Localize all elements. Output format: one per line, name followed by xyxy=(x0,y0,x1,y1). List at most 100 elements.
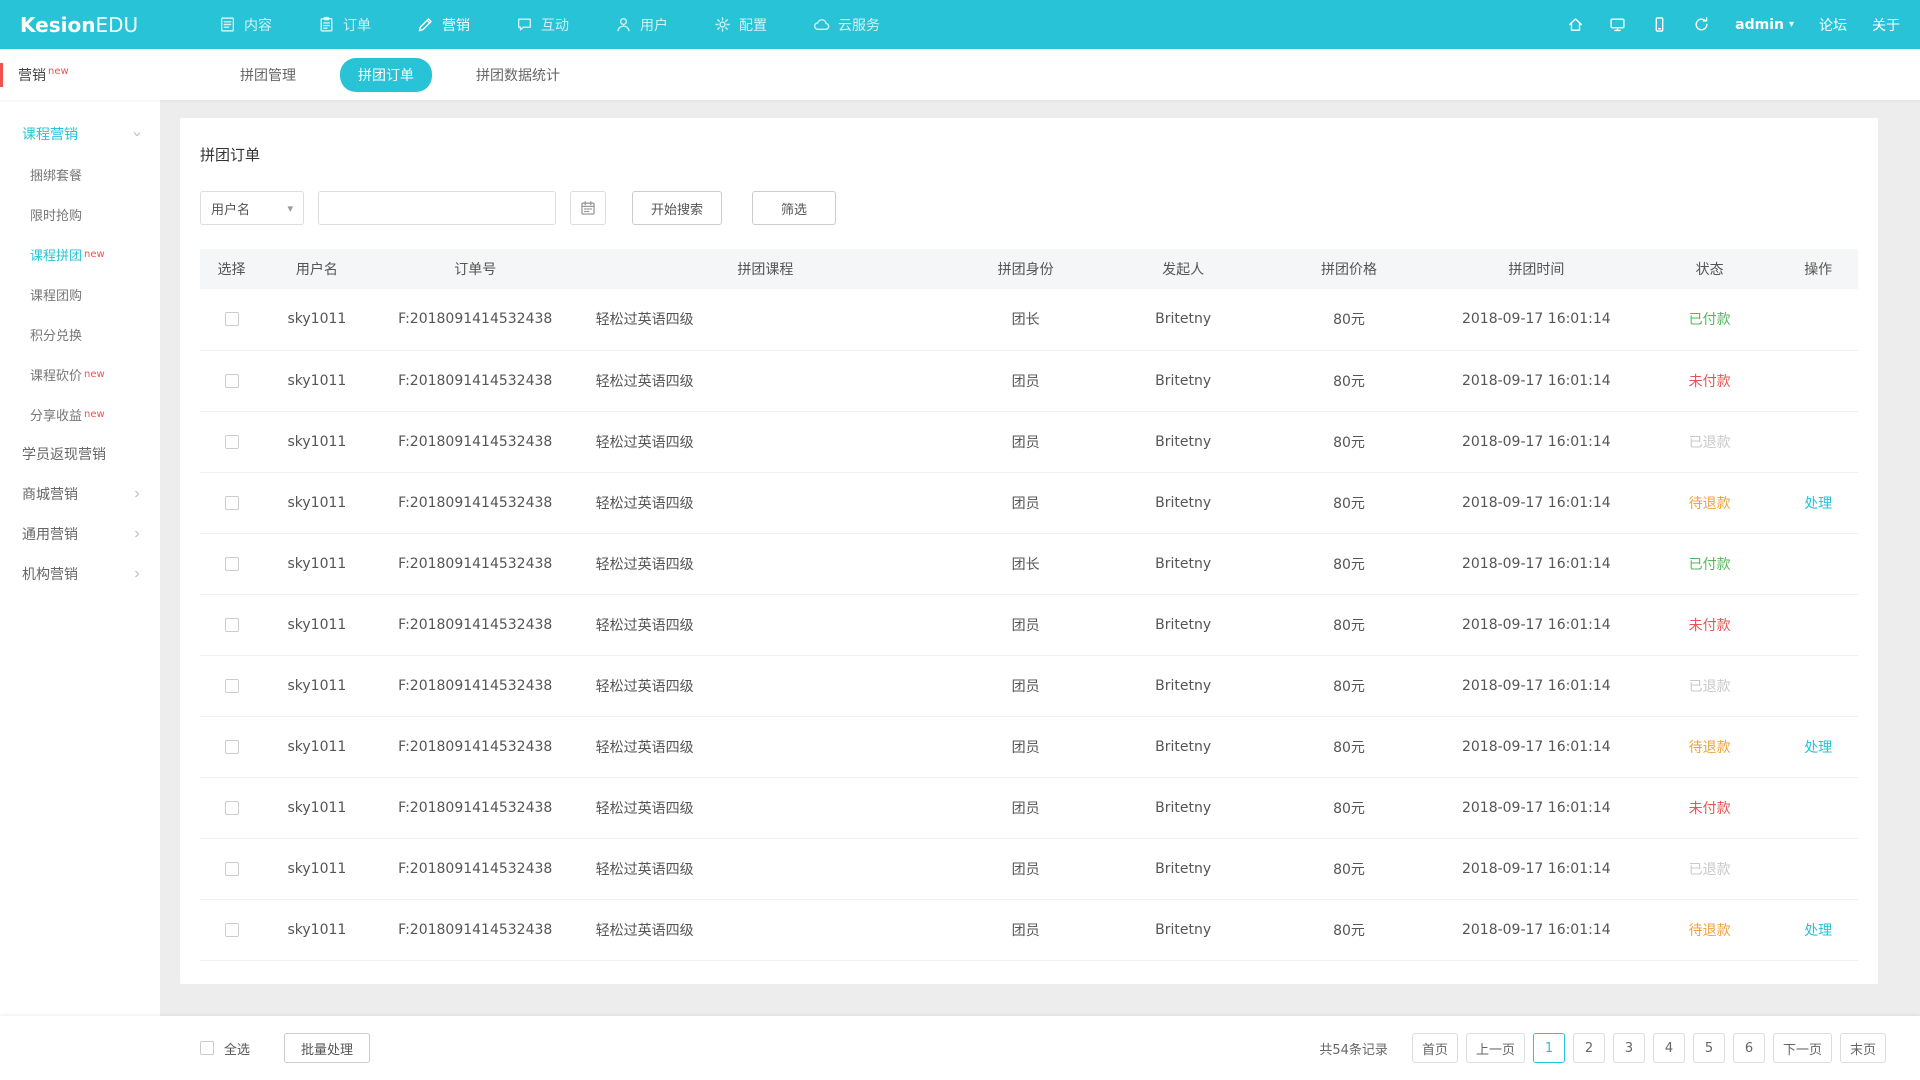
search-button[interactable]: 开始搜索 xyxy=(632,191,722,225)
field-select-value: 用户名 xyxy=(211,199,250,218)
sidebar-group-header[interactable]: 通用营销 xyxy=(0,514,160,554)
cell-course: 轻松过英语四级 xyxy=(580,777,951,838)
sidebar-group-header[interactable]: 机构营销 xyxy=(0,554,160,594)
page-button[interactable]: 4 xyxy=(1653,1033,1685,1063)
row-checkbox[interactable] xyxy=(225,679,239,693)
cell-course: 轻松过英语四级 xyxy=(580,472,951,533)
select-all-checkbox[interactable] xyxy=(200,1041,214,1055)
sidebar-item[interactable]: 分享收益new xyxy=(0,394,160,434)
column-header: 拼团身份 xyxy=(951,249,1100,289)
page-button[interactable]: 末页 xyxy=(1840,1033,1886,1063)
cell-time: 2018-09-17 16:01:14 xyxy=(1432,838,1641,899)
row-checkbox[interactable] xyxy=(225,923,239,937)
cell-role: 团员 xyxy=(951,594,1100,655)
row-checkbox[interactable] xyxy=(225,312,239,326)
filter-button[interactable]: 筛选 xyxy=(752,191,836,225)
sidebar-group-header[interactable]: 课程营销 xyxy=(0,114,160,154)
status-badge: 未付款 xyxy=(1689,374,1731,390)
keyword-input[interactable] xyxy=(318,191,556,225)
table-row: sky1011F:2018091414532438轻松过英语四级团长Britet… xyxy=(200,289,1858,350)
admin-menu[interactable]: admin ▾ xyxy=(1735,17,1794,33)
sidebar-group-label: 机构营销 xyxy=(22,564,78,584)
sidebar-item[interactable]: 课程团购 xyxy=(0,274,160,314)
field-select[interactable]: 用户名 ▾ xyxy=(200,191,304,225)
subheader-tab[interactable]: 拼团管理 xyxy=(222,58,314,92)
page-button[interactable]: 首页 xyxy=(1412,1033,1458,1063)
topnav-item[interactable]: 云服务 xyxy=(790,0,903,49)
cell-course: 轻松过英语四级 xyxy=(580,533,951,594)
brand-logo[interactable]: KesionEDU xyxy=(20,13,170,37)
column-header: 拼团价格 xyxy=(1266,249,1432,289)
table-row: sky1011F:2018091414532438轻松过英语四级团员Britet… xyxy=(200,594,1858,655)
cell-order-no: F:2018091414532438 xyxy=(371,350,580,411)
row-checkbox[interactable] xyxy=(225,801,239,815)
cell-initiator: Britetny xyxy=(1100,472,1266,533)
sidebar-menu: 课程营销捆绑套餐限时抢购课程拼团new课程团购积分兑换课程砍价new分享收益ne… xyxy=(0,114,160,594)
column-header: 拼团时间 xyxy=(1432,249,1641,289)
cell-initiator: Britetny xyxy=(1100,594,1266,655)
cell-initiator: Britetny xyxy=(1100,899,1266,960)
row-checkbox[interactable] xyxy=(225,740,239,754)
cell-order-no: F:2018091414532438 xyxy=(371,655,580,716)
cell-time: 2018-09-17 16:01:14 xyxy=(1432,472,1641,533)
row-checkbox[interactable] xyxy=(225,374,239,388)
topnav-item[interactable]: 互动 xyxy=(493,0,592,49)
cell-price: 80元 xyxy=(1266,411,1432,472)
page-button[interactable]: 1 xyxy=(1533,1033,1565,1063)
sidebar-group-header[interactable]: 商城营销 xyxy=(0,474,160,514)
cell-time: 2018-09-17 16:01:14 xyxy=(1432,716,1641,777)
about-link[interactable]: 关于 xyxy=(1872,15,1900,35)
row-action-link[interactable]: 处理 xyxy=(1804,740,1832,756)
home-icon[interactable] xyxy=(1567,16,1584,33)
sidebar-group-label: 通用营销 xyxy=(22,524,78,544)
page-title: 拼团订单 xyxy=(200,118,1858,165)
sidebar-item[interactable]: 课程拼团new xyxy=(0,234,160,274)
page-button[interactable]: 2 xyxy=(1573,1033,1605,1063)
column-header: 订单号 xyxy=(371,249,580,289)
page-button[interactable]: 上一页 xyxy=(1466,1033,1525,1063)
forum-link[interactable]: 论坛 xyxy=(1819,15,1847,35)
sidebar-group-header[interactable]: 学员返现营销 xyxy=(0,434,160,474)
cell-course: 轻松过英语四级 xyxy=(580,289,951,350)
topnav-item[interactable]: 订单 xyxy=(295,0,394,49)
row-checkbox[interactable] xyxy=(225,496,239,510)
row-checkbox[interactable] xyxy=(225,618,239,632)
marketing-icon xyxy=(417,16,434,33)
page-button[interactable]: 3 xyxy=(1613,1033,1645,1063)
topnav-item[interactable]: 配置 xyxy=(691,0,790,49)
topnav-item[interactable]: 用户 xyxy=(592,0,691,49)
chevron-right-icon xyxy=(132,489,142,499)
subheader-tab[interactable]: 拼团数据统计 xyxy=(458,58,578,92)
page-button[interactable]: 6 xyxy=(1733,1033,1765,1063)
page-button[interactable]: 5 xyxy=(1693,1033,1725,1063)
cell-username: sky1011 xyxy=(263,533,371,594)
sidebar-item[interactable]: 课程砍价new xyxy=(0,354,160,394)
cell-role: 团长 xyxy=(951,533,1100,594)
page-button[interactable]: 下一页 xyxy=(1773,1033,1832,1063)
total-records: 共54条记录 xyxy=(1319,1039,1388,1058)
subheader-tab[interactable]: 拼团订单 xyxy=(340,58,432,92)
sidebar-item[interactable]: 积分兑换 xyxy=(0,314,160,354)
topnav-item[interactable]: 营销 xyxy=(394,0,493,49)
cell-time: 2018-09-17 16:01:14 xyxy=(1432,350,1641,411)
row-checkbox[interactable] xyxy=(225,435,239,449)
refresh-icon[interactable] xyxy=(1693,16,1710,33)
status-badge: 已付款 xyxy=(1689,557,1731,573)
row-checkbox[interactable] xyxy=(225,557,239,571)
sidebar-item[interactable]: 限时抢购 xyxy=(0,194,160,234)
chevron-right-icon xyxy=(132,569,142,579)
topnav-item[interactable]: 内容 xyxy=(196,0,295,49)
monitor-icon[interactable] xyxy=(1609,16,1626,33)
row-checkbox[interactable] xyxy=(225,862,239,876)
calendar-button[interactable] xyxy=(570,191,606,225)
row-action-link[interactable]: 处理 xyxy=(1804,496,1832,512)
cell-initiator: Britetny xyxy=(1100,289,1266,350)
cell-order-no: F:2018091414532438 xyxy=(371,289,580,350)
mobile-icon[interactable] xyxy=(1651,16,1668,33)
section-title: 营销 xyxy=(18,68,46,84)
batch-process-button[interactable]: 批量处理 xyxy=(284,1033,370,1063)
cell-username: sky1011 xyxy=(263,594,371,655)
cell-time: 2018-09-17 16:01:14 xyxy=(1432,594,1641,655)
row-action-link[interactable]: 处理 xyxy=(1804,923,1832,939)
sidebar-item[interactable]: 捆绑套餐 xyxy=(0,154,160,194)
